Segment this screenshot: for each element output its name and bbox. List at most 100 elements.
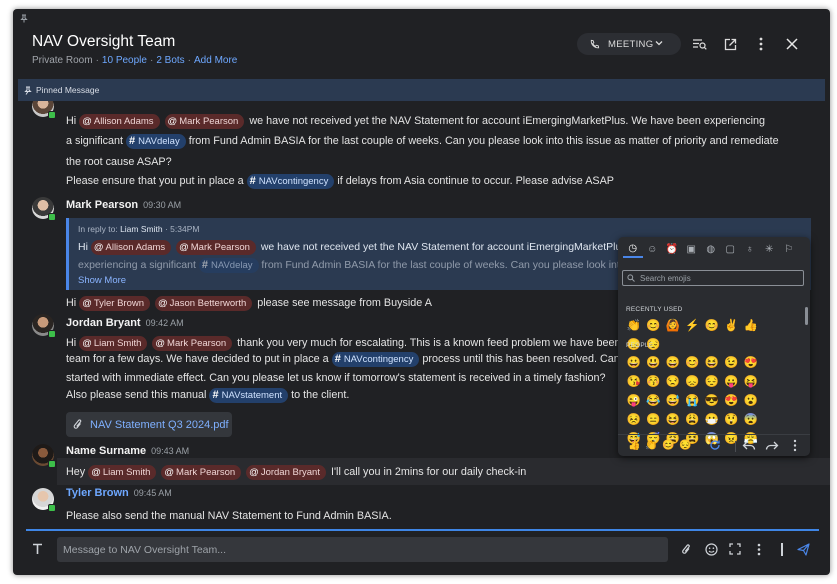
mention-chip[interactable]: @ Allison Adams (79, 114, 160, 129)
emoji-cell[interactable]: 😑 (644, 411, 664, 430)
emoji-cell[interactable]: 😭 (683, 392, 703, 411)
hashtag-chip[interactable]: # NAVdelay (198, 258, 259, 273)
pinned-message-bar[interactable]: Pinned Message (18, 79, 825, 101)
emoji-cell[interactable]: 😲 (722, 411, 742, 430)
more-options-icon[interactable] (793, 439, 797, 456)
emoji-cell[interactable]: 😛 (722, 373, 742, 392)
mention-chip[interactable]: @ Jordan Bryant (246, 465, 326, 480)
hashtag-chip[interactable]: # NAVdelay (126, 134, 186, 149)
mention-chip[interactable]: @ Mark Pearson (161, 465, 242, 480)
emoji-cell[interactable]: 😍 (722, 392, 742, 411)
emoji-cell[interactable]: 😂 (644, 392, 664, 411)
avatar[interactable] (32, 314, 56, 338)
emoji-cell[interactable]: 😚 (644, 373, 664, 392)
star-icon[interactable]: ✳ (760, 240, 780, 258)
emoji-cell[interactable]: 😝 (741, 373, 761, 392)
emoji-cell[interactable]: 😊 (644, 317, 664, 336)
add-more-link[interactable]: Add More (194, 55, 237, 66)
mention-chip[interactable]: @ Mark Pearson (176, 240, 256, 255)
emoji-cell[interactable]: ✌️ (722, 317, 742, 336)
emoji-cell[interactable]: 😜 (624, 392, 644, 411)
emoji-cell[interactable]: ⚡ (683, 317, 703, 336)
emoji-cell[interactable]: 😉 (722, 354, 742, 373)
emoji-cell[interactable]: 🙆 (663, 317, 683, 336)
mention-chip[interactable]: @ Liam Smith (88, 465, 157, 480)
mention-chip[interactable]: @ Allison Adams (90, 240, 172, 255)
mention-chip[interactable]: @ Mark Pearson (164, 114, 245, 129)
send-icon[interactable] (796, 542, 810, 556)
paperclip-icon[interactable] (679, 542, 693, 556)
flag-icon[interactable]: ⚐ (779, 240, 799, 258)
undo-icon[interactable] (742, 439, 756, 456)
chevron-down-icon[interactable] (654, 38, 664, 48)
emoji-search-input[interactable]: Search emojis (622, 270, 804, 286)
message-input[interactable]: Message to NAV Oversight Team... (57, 537, 668, 562)
show-more-link[interactable]: Show More (78, 275, 126, 286)
ball-icon[interactable]: ◍ (701, 240, 721, 258)
skin-tone-emoji[interactable]: 👍 (626, 440, 643, 451)
skin-tone-emoji[interactable]: 👏 (643, 440, 660, 451)
message-author[interactable]: Tyler Brown 09:45 AM (66, 487, 172, 499)
clock-icon[interactable]: ◷ (623, 240, 643, 258)
search-messages-icon[interactable] (690, 35, 708, 53)
emoji-cell[interactable]: 👏 (624, 317, 644, 336)
avatar[interactable] (32, 101, 56, 119)
emoji-cell[interactable]: 😍 (741, 354, 761, 373)
bots-link[interactable]: 2 Bots (156, 55, 184, 66)
skin-tone-emoji[interactable]: 😊 (660, 440, 677, 451)
emoji-cell[interactable]: 😷 (702, 411, 722, 430)
bulb-icon[interactable]: ♁ (740, 240, 760, 258)
close-icon[interactable] (783, 35, 801, 53)
alarm-icon[interactable]: ⏰ (662, 240, 682, 258)
emoji-cell[interactable]: 😀 (624, 354, 644, 373)
emoji-cell[interactable]: 😃 (644, 354, 664, 373)
emoji-picker[interactable]: ◷ ☺ ⏰ ▣ ◍ ▢ ♁ ✳ ⚐ Search emojis RECENTLY… (618, 237, 810, 456)
smile-icon[interactable]: ☺ (643, 240, 663, 258)
pin-window-icon[interactable] (20, 14, 28, 25)
emoji-cell[interactable]: 😩 (683, 411, 703, 430)
people-link[interactable]: 10 People (102, 55, 147, 66)
mention-chip[interactable]: @ Liam Smith (79, 336, 148, 351)
bus-icon[interactable]: ▣ (682, 240, 702, 258)
emoji-cell[interactable]: 😞 (683, 373, 703, 392)
text-format-icon[interactable] (30, 542, 44, 556)
emoji-cell[interactable]: 😒 (663, 373, 683, 392)
emoji-cell[interactable]: 😊 (683, 354, 703, 373)
emoji-cell[interactable]: 😮 (741, 392, 761, 411)
emoji-cell[interactable]: 😅 (663, 392, 683, 411)
message-author[interactable]: Mark Pearson 09:30 AM (66, 199, 181, 211)
emoji-icon[interactable] (704, 542, 718, 556)
emoji-cell[interactable]: 👍 (741, 317, 761, 336)
emoji-cell[interactable]: 😆 (702, 354, 722, 373)
avatar[interactable] (32, 444, 56, 468)
bag-icon[interactable]: ▢ (721, 240, 741, 258)
mention-chip[interactable]: @ Jason Betterworth (155, 296, 253, 311)
more-options-icon[interactable] (752, 35, 770, 53)
message-author[interactable]: Jordan Bryant 09:42 AM (66, 317, 184, 329)
hashtag-chip[interactable]: # NAVcontingency (331, 352, 420, 367)
picker-scrollbar[interactable] (805, 307, 808, 325)
emoji-cell[interactable]: 😎 (702, 392, 722, 411)
avatar[interactable] (32, 488, 56, 512)
refresh-icon[interactable] (709, 438, 721, 456)
avatar[interactable] (32, 197, 56, 221)
hashtag-chip[interactable]: # NAVcontingency (246, 174, 335, 189)
emoji-cell[interactable]: 😄 (663, 354, 683, 373)
emoji-cell[interactable]: 😊 (702, 317, 722, 336)
emoji-cell[interactable]: 😣 (624, 411, 644, 430)
emoji-cell[interactable]: 😘 (624, 373, 644, 392)
emoji-cell[interactable]: 😔 (702, 373, 722, 392)
meeting-button[interactable]: MEETING (577, 33, 681, 55)
skin-tone-emoji[interactable]: 😔 (677, 440, 694, 451)
emoji-cell[interactable]: 😨 (741, 411, 761, 430)
expand-icon[interactable] (728, 542, 742, 556)
file-attachment[interactable]: NAV Statement Q3 2024.pdf (66, 412, 232, 437)
mention-chip[interactable]: @ Tyler Brown (79, 296, 151, 311)
emoji-cell[interactable]: 😆 (663, 411, 683, 430)
popout-icon[interactable] (721, 35, 739, 53)
message-author[interactable]: Name Surname 09:43 AM (66, 445, 189, 457)
more-options-icon[interactable] (754, 542, 764, 556)
redo-icon[interactable] (765, 439, 779, 456)
hashtag-chip[interactable]: # NAVstatement (209, 388, 289, 403)
mention-chip[interactable]: @ Mark Pearson (152, 336, 233, 351)
